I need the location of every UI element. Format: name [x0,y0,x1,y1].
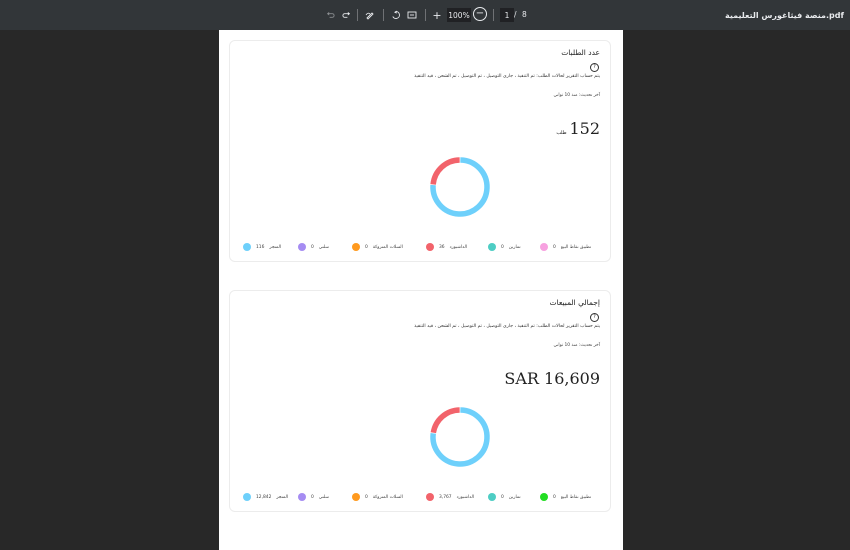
legend-swatch [426,493,434,501]
legend-value: 0 [365,494,368,500]
legend-label: المتجر [269,244,282,250]
zoom-input[interactable]: 100% [447,8,471,22]
legend-swatch [540,493,548,501]
legend-swatch [298,493,306,501]
redo-icon[interactable] [340,0,352,30]
legend-item[interactable]: 0 تطبيق نقاط البيع [540,241,591,253]
legend-swatch [298,243,306,251]
card-title: عدد الطلبات [561,48,600,57]
zoom-in-icon: + [432,8,442,22]
legend-swatch [243,493,251,501]
total-value: SAR 16,609 [504,369,600,388]
legend-item[interactable]: 0 سلتي [298,241,329,253]
legend-value: 0 [553,244,556,250]
legend-label: تطبيق نقاط البيع [560,244,592,250]
legend-item[interactable]: 36 الداشبورد [426,241,467,253]
legend-label: الداشبورد [456,494,475,500]
legend-value: 0 [311,244,314,250]
document-title: منصة فيثاغورس التعليمية.pdf [725,10,844,20]
legend-value: 3,767 [439,494,452,500]
donut-chart [430,157,490,217]
pdf-toolbar: + 100% − 1 / 8 منصة فيثاغورس التعليمية.p… [0,0,850,30]
legend-item[interactable]: 12,842 المتجر [243,491,288,503]
card-total: 152 طلب [556,119,600,138]
zoom-out-icon: − [475,8,485,19]
legend-value: 0 [553,494,556,500]
legend-item[interactable]: 116 المتجر [243,241,281,253]
card-title: إجمالي المبيعات [549,298,600,307]
legend-label: الداشبورد [449,244,468,250]
legend-item[interactable]: 0 تطبيق نقاط البيع [540,491,591,503]
legend-label: السلات المتروكة [372,244,403,250]
legend-item[interactable]: 0 تمارين [488,491,521,503]
fit-page-icon[interactable] [406,0,418,30]
legend-swatch [488,243,496,251]
legend-swatch [426,243,434,251]
card-description: يتم حساب التقرير لحالات الطلب: تم التنفي… [414,74,600,79]
chart-legend: 116 المتجر 0 سلتي 0 السلات المتروكة 36 الداشبور… [240,241,612,253]
undo-icon[interactable] [324,0,336,30]
draw-icon[interactable] [364,0,376,30]
donut-segment-الداشبورد [430,407,460,434]
donut-chart [430,407,490,467]
card-description: يتم حساب التقرير لحالات الطلب: تم التنفي… [414,324,600,329]
legend-swatch [352,243,360,251]
legend-value: 0 [501,494,504,500]
legend-label: سلتي [318,244,329,250]
toolbar-divider [493,9,494,21]
pdf-page: عدد الطلبات ? يتم حساب التقرير لحالات ال… [219,30,623,550]
legend-label: تطبيق نقاط البيع [560,494,592,500]
legend-item[interactable]: 3,767 الداشبورد [426,491,474,503]
legend-label: السلات المتروكة [372,494,403,500]
legend-label: سلتي [318,494,329,500]
legend-label: تمارين [508,244,521,250]
total-unit: طلب [556,131,567,136]
legend-item[interactable]: 0 سلتي [298,491,329,503]
legend-item[interactable]: 0 السلات المتروكة [352,241,403,253]
last-updated: آخر تحديث: منذ 10 ثواني [553,343,601,348]
legend-swatch [352,493,360,501]
donut-segment-الداشبورد [430,157,460,185]
total-sales-card: إجمالي المبيعات ? يتم حساب التقرير لحالا… [229,290,611,512]
last-updated: آخر تحديث: منذ 10 ثواني [553,93,601,98]
toolbar-divider [357,9,358,21]
zoom-out-button[interactable]: − [473,7,487,21]
legend-swatch [540,243,548,251]
page-separator: / [514,10,517,19]
zoom-in-button[interactable]: + [432,0,442,30]
toolbar-divider [425,9,426,21]
toolbar-divider [383,9,384,21]
legend-label: تمارين [508,494,521,500]
legend-item[interactable]: 0 السلات المتروكة [352,491,403,503]
legend-item[interactable]: 0 تمارين [488,241,521,253]
help-icon[interactable]: ? [590,63,599,72]
legend-swatch [243,243,251,251]
legend-swatch [488,493,496,501]
legend-value: 0 [311,494,314,500]
orders-count-card: عدد الطلبات ? يتم حساب التقرير لحالات ال… [229,40,611,262]
page-number-input[interactable]: 1 [500,8,514,22]
legend-value: 0 [365,244,368,250]
help-icon[interactable]: ? [590,313,599,322]
rotate-icon[interactable] [390,0,402,30]
legend-value: 36 [439,244,445,250]
card-total: SAR 16,609 [501,369,600,388]
legend-value: 12,842 [256,494,272,500]
legend-label: المتجر [276,494,289,500]
legend-value: 0 [501,244,504,250]
total-pages: 8 [522,10,527,19]
chart-legend: 12,842 المتجر 0 سلتي 0 السلات المتروكة 3,767 ال… [240,491,612,503]
legend-value: 116 [256,244,265,250]
total-value: 152 [569,119,600,138]
